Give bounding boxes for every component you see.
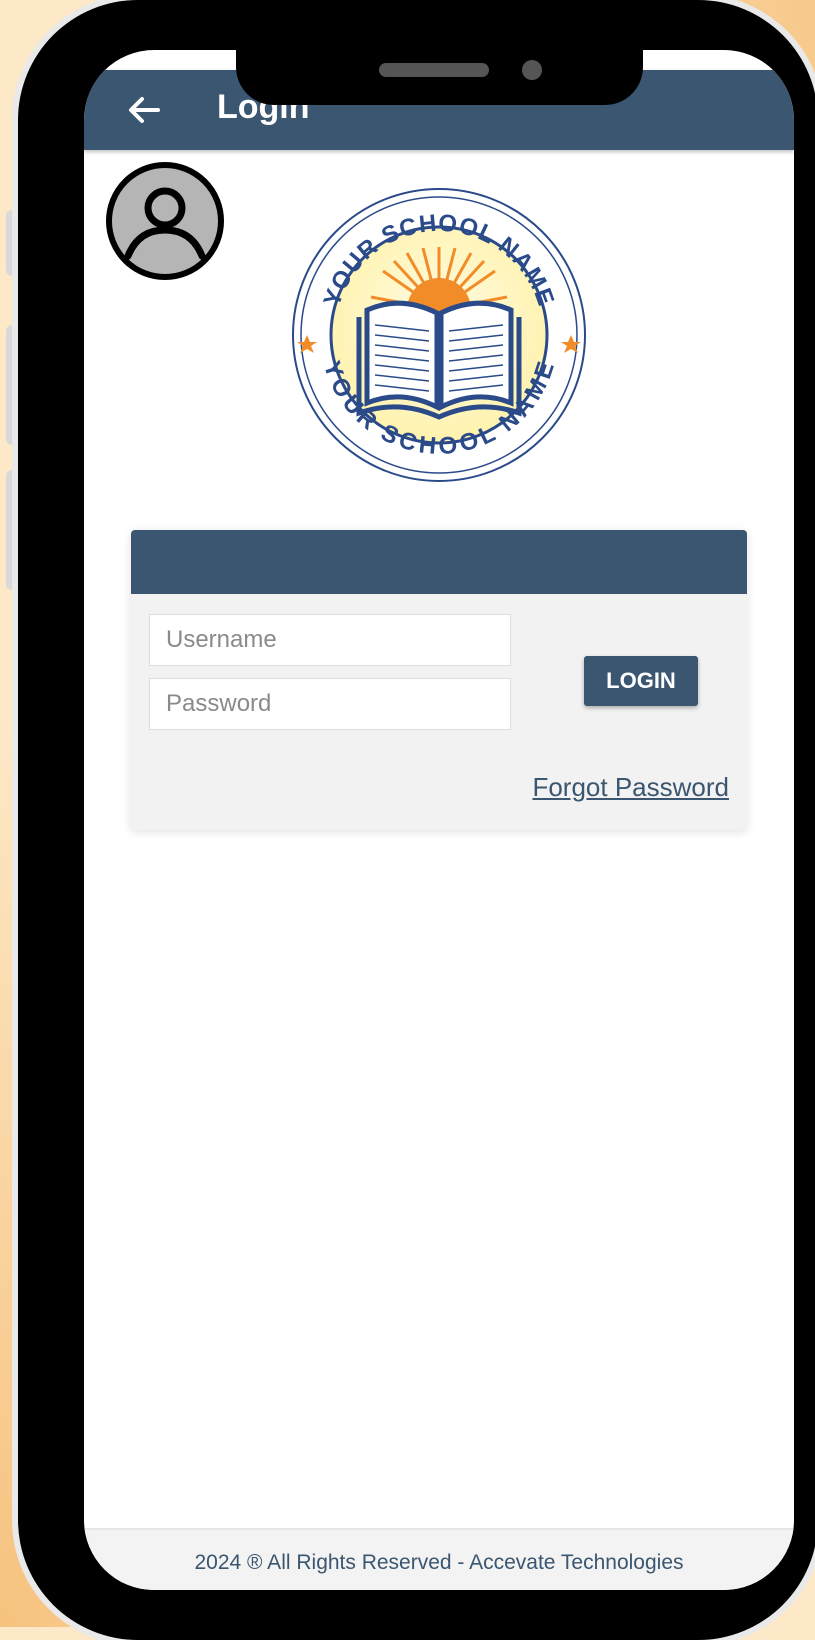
arrow-left-icon[interactable] xyxy=(124,90,164,130)
status-battery: 40% xyxy=(711,50,744,63)
status-time: 14:46 xyxy=(134,50,175,63)
school-logo: YOUR SCHOOL NAME YOUR SCHOOL NAME xyxy=(292,188,586,482)
speaker-icon xyxy=(379,63,489,77)
login-button[interactable]: LOGIN xyxy=(584,656,698,706)
forgot-password-link[interactable]: Forgot Password xyxy=(532,772,729,803)
phone-notch xyxy=(236,0,643,105)
login-card: LOGIN Forgot Password xyxy=(131,530,747,830)
username-input[interactable] xyxy=(149,614,511,666)
open-book-icon xyxy=(356,300,522,420)
footer: 2024 ® All Rights Reserved - Accevate Te… xyxy=(84,1528,794,1590)
password-input[interactable] xyxy=(149,678,511,730)
user-avatar-icon[interactable] xyxy=(106,162,224,280)
phone-frame: 14:46 40% Login YOUR SCHOOL NAME YOUR SC… xyxy=(18,0,815,1640)
footer-copyright: 2024 ® All Rights Reserved - Accevate Te… xyxy=(194,1551,684,1574)
camera-icon xyxy=(522,60,542,80)
login-card-header xyxy=(131,530,747,594)
phone-screen: 14:46 40% Login YOUR SCHOOL NAME YOUR SC… xyxy=(84,50,794,1590)
